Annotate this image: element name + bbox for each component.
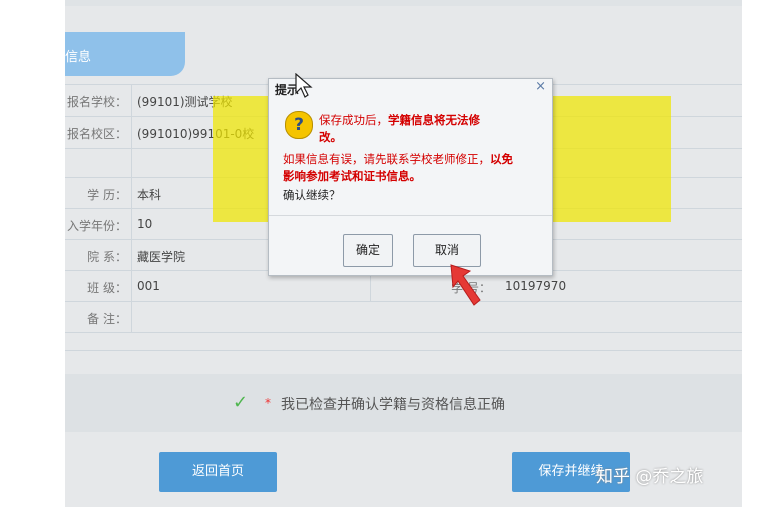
field-label: 学 历： [87,188,127,202]
confirm-dialog: 提示 × ? 保存成功后，学籍信息将无法修改。 如果信息有误，请先联系学校老师修… [268,78,553,276]
dialog-message-line1: 保存成功后，学籍信息将无法修改。 [319,112,499,146]
required-star: * [265,396,271,410]
field-value: 藏医学院 [137,250,186,264]
confirm-text: 我已检查并确认学籍与资格信息正确 [281,397,505,413]
watermark: 知乎 @乔之旅 [596,467,704,487]
row-divider [65,350,742,351]
top-strip [65,0,742,6]
field-row-class: 班 级： 001 学 号： 10197970 [65,272,742,300]
field-value: 10 [137,217,153,231]
label-column-divider [131,84,132,332]
question-icon: ? [285,111,313,139]
field-value: 本科 [137,188,162,202]
page-background: 信息 报名学校： (99101)测试学校 报名校区： (991010)99101… [65,0,742,507]
student-no-value: 10197970 [505,279,567,293]
close-icon[interactable]: × [535,79,546,94]
field-label: 班 级： [87,281,127,295]
message-part: 保存成功后， [319,113,388,127]
field-label: 备 注： [87,312,127,326]
section-tab-label: 信息 [65,50,92,65]
field-label: 报名校区： [66,127,127,141]
dialog-message-line2: 如果信息有误，请先联系学校老师修正，以免影响参加考试和证书信息。 [283,151,523,185]
row-divider [65,301,742,302]
row-divider [65,332,742,333]
home-button[interactable]: 返回首页 [159,452,277,492]
dialog-message-line3: 确认继续？ [283,188,341,202]
field-label: 院 系： [87,250,127,264]
field-label: 入学年份： [66,219,127,233]
red-arrow-icon [450,264,481,306]
mouse-cursor-icon [295,73,313,98]
field-value: 001 [137,279,160,293]
message-part: 如果信息有误，请先联系学校老师修正， [283,152,490,166]
field-row-remark: 备 注： [65,303,742,331]
section-tab: 信息 [65,32,185,76]
dialog-divider [269,215,552,216]
field-label: 报名学校： [66,95,127,109]
check-icon[interactable]: ✓ [233,392,248,413]
ok-button[interactable]: 确定 [343,234,393,267]
